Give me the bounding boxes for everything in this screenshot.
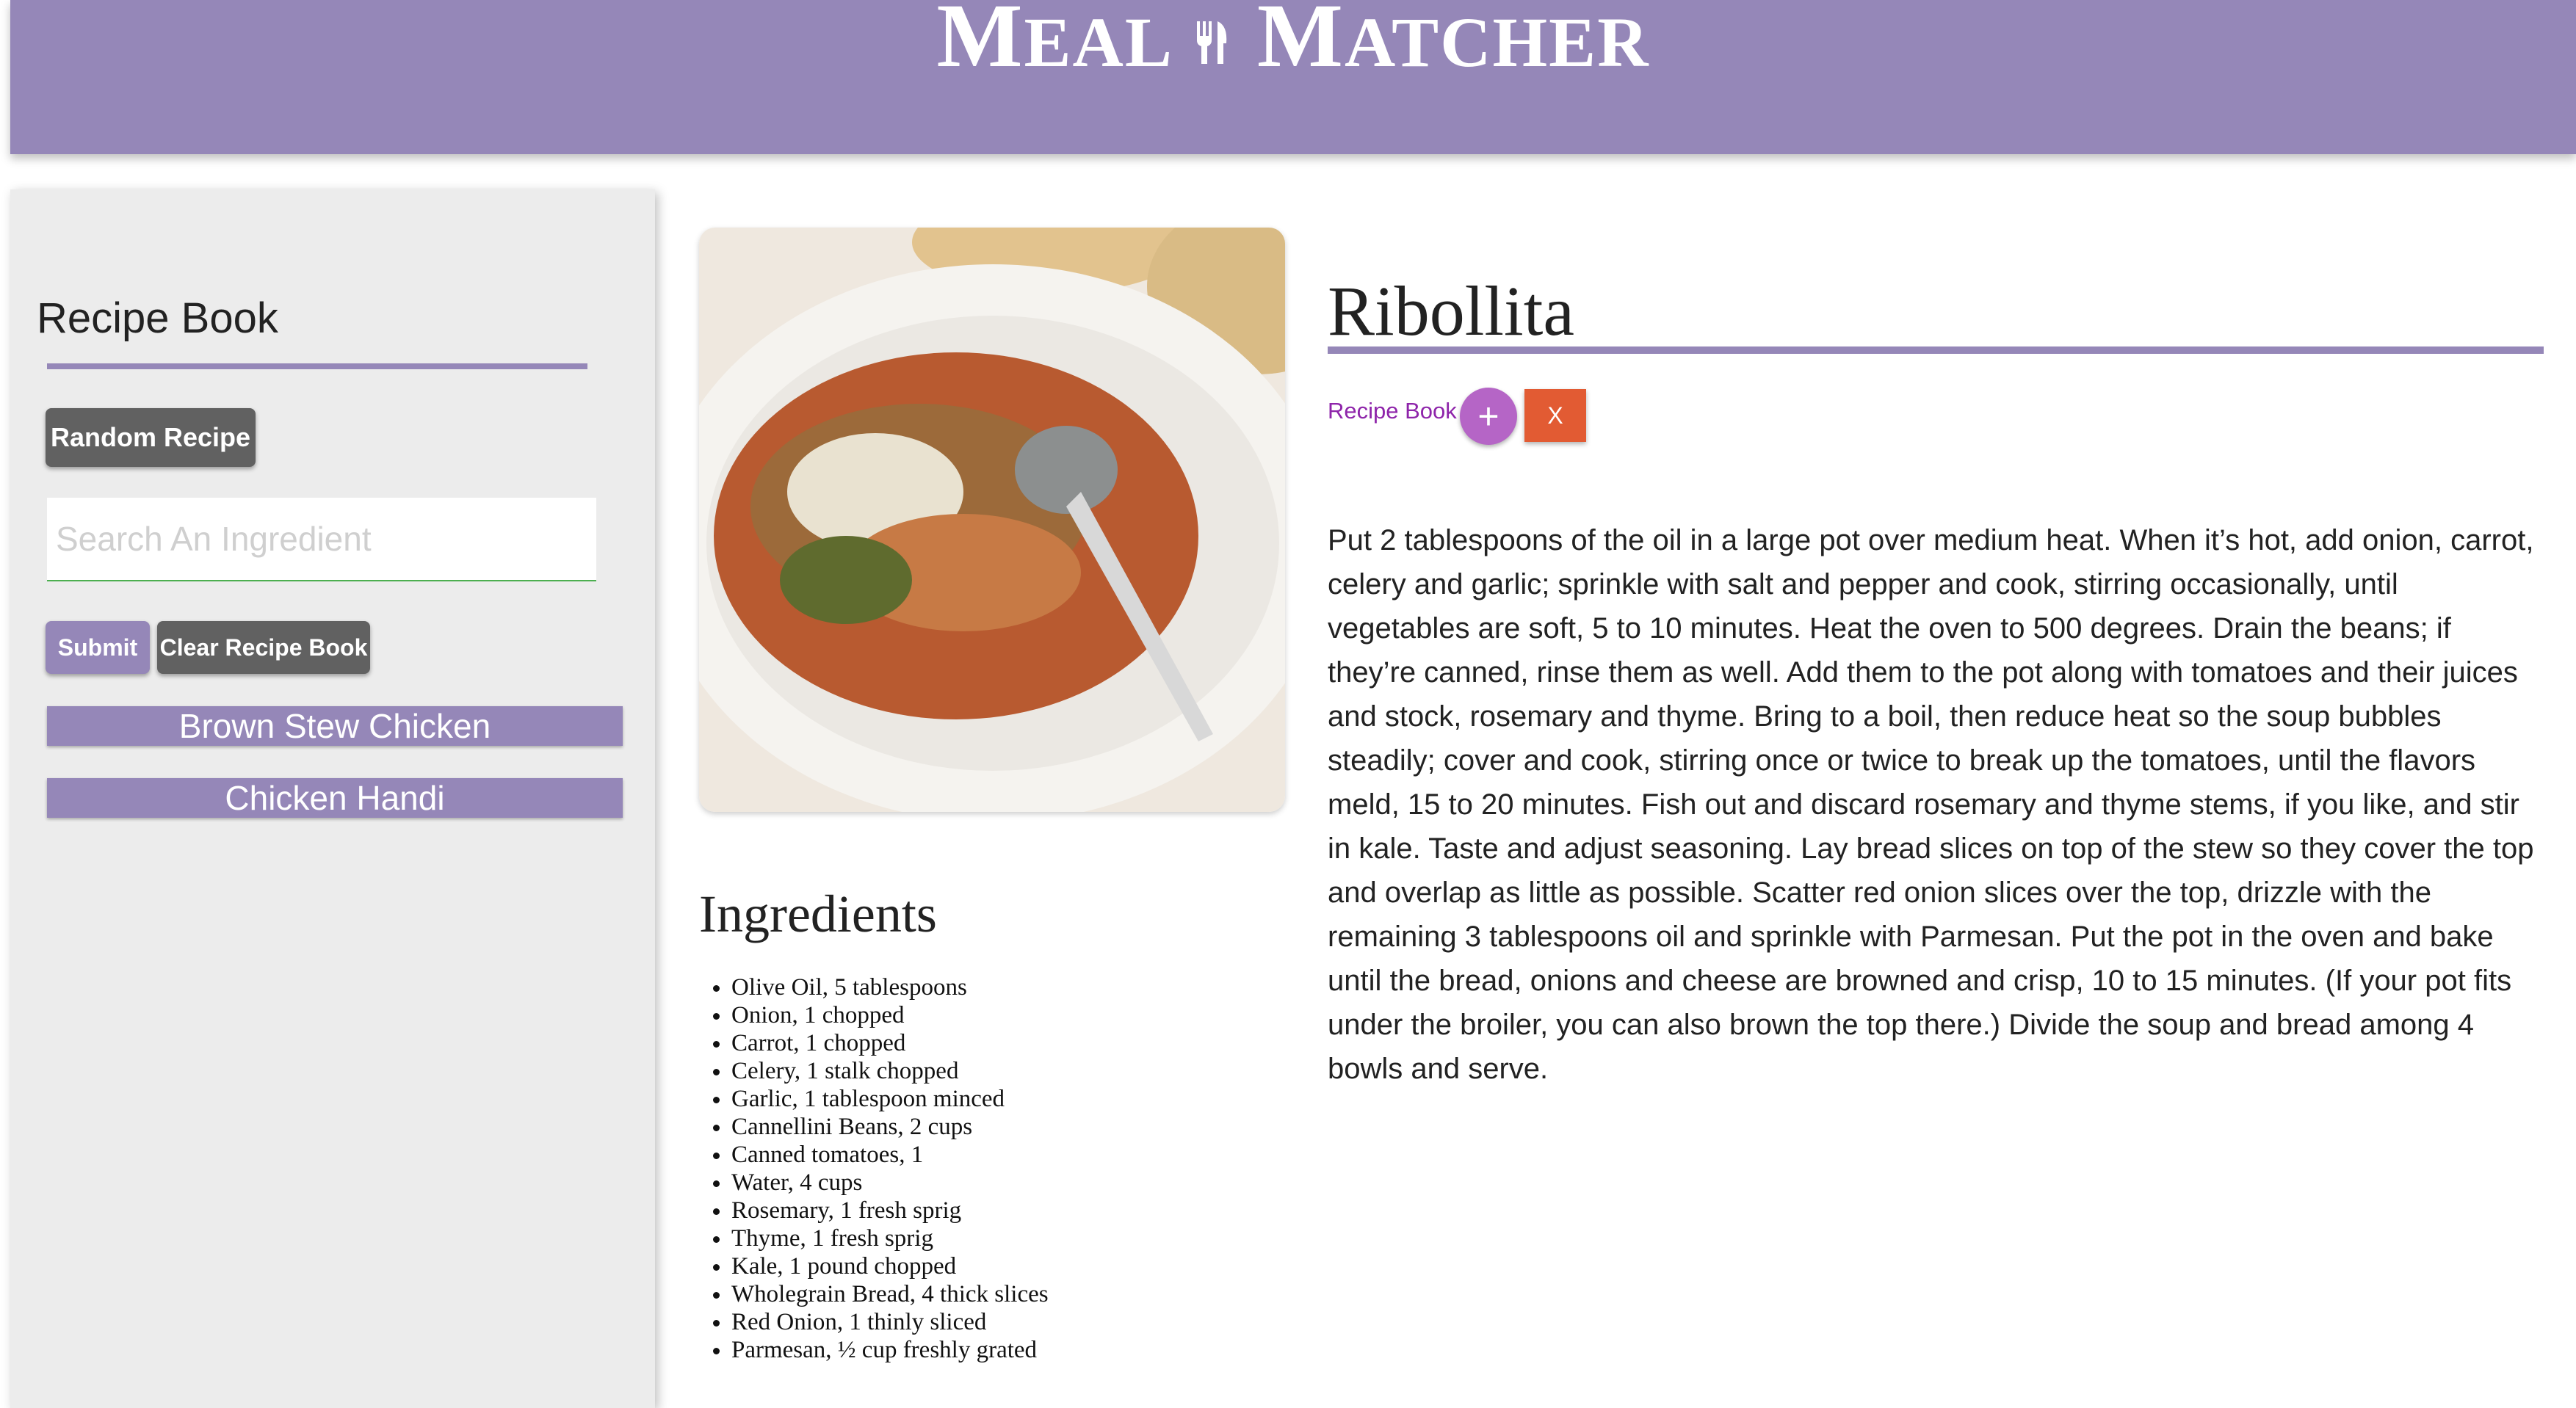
plus-icon: + [1477, 396, 1499, 437]
ingredient-item: Canned tomatoes, 1 [731, 1141, 1049, 1169]
saved-recipe-item[interactable]: Chicken Handi [47, 778, 623, 818]
remove-from-recipe-book-button[interactable]: X [1524, 389, 1586, 442]
ingredient-item: Wholegrain Bread, 4 thick slices [731, 1280, 1049, 1308]
fork-knife-icon [1195, 0, 1229, 87]
ingredient-item: Water, 4 cups [731, 1169, 1049, 1197]
ingredient-item: Celery, 1 stalk chopped [731, 1057, 1049, 1085]
add-to-recipe-book-button[interactable]: + [1460, 388, 1517, 445]
recipe-book-title: Recipe Book [37, 294, 278, 342]
ingredient-item: Parmesan, ½ cup freshly grated [731, 1336, 1049, 1364]
recipe-image [699, 228, 1285, 812]
ingredient-item: Cannellini Beans, 2 cups [731, 1113, 1049, 1141]
ingredient-item: Red Onion, 1 thinly sliced [731, 1308, 1049, 1336]
clear-recipe-book-button[interactable]: Clear Recipe Book [157, 621, 370, 674]
recipe-instructions: Put 2 tablespoons of the oil in a large … [1328, 524, 2534, 1085]
app-title: MEAL MATCHER [10, 0, 2576, 98]
ingredients-list: Olive Oil, 5 tablespoons Onion, 1 choppe… [699, 973, 1049, 1364]
search-input[interactable] [47, 498, 596, 580]
random-recipe-button[interactable]: Random Recipe [46, 408, 256, 467]
submit-button[interactable]: Submit [46, 621, 150, 674]
ingredients-heading: Ingredients [699, 885, 937, 943]
recipe-title-underline [1328, 346, 2544, 354]
ingredient-item: Rosemary, 1 fresh sprig [731, 1197, 1049, 1224]
ingredient-item: Olive Oil, 5 tablespoons [731, 973, 1049, 1001]
ingredient-item: Carrot, 1 chopped [731, 1029, 1049, 1057]
recipe-book-label: Recipe Book [1328, 398, 1457, 424]
app-header: MEAL MATCHER [10, 0, 2576, 154]
ingredient-item: Garlic, 1 tablespoon minced [731, 1085, 1049, 1113]
saved-recipe-item[interactable]: Brown Stew Chicken [47, 706, 623, 746]
ingredient-item: Onion, 1 chopped [731, 1001, 1049, 1029]
sidebar-title-underline [47, 363, 587, 369]
search-field[interactable] [47, 498, 596, 581]
ingredient-item: Thyme, 1 fresh sprig [731, 1224, 1049, 1252]
ingredient-item: Kale, 1 pound chopped [731, 1252, 1049, 1280]
recipe-title: Ribollita [1328, 272, 1574, 350]
